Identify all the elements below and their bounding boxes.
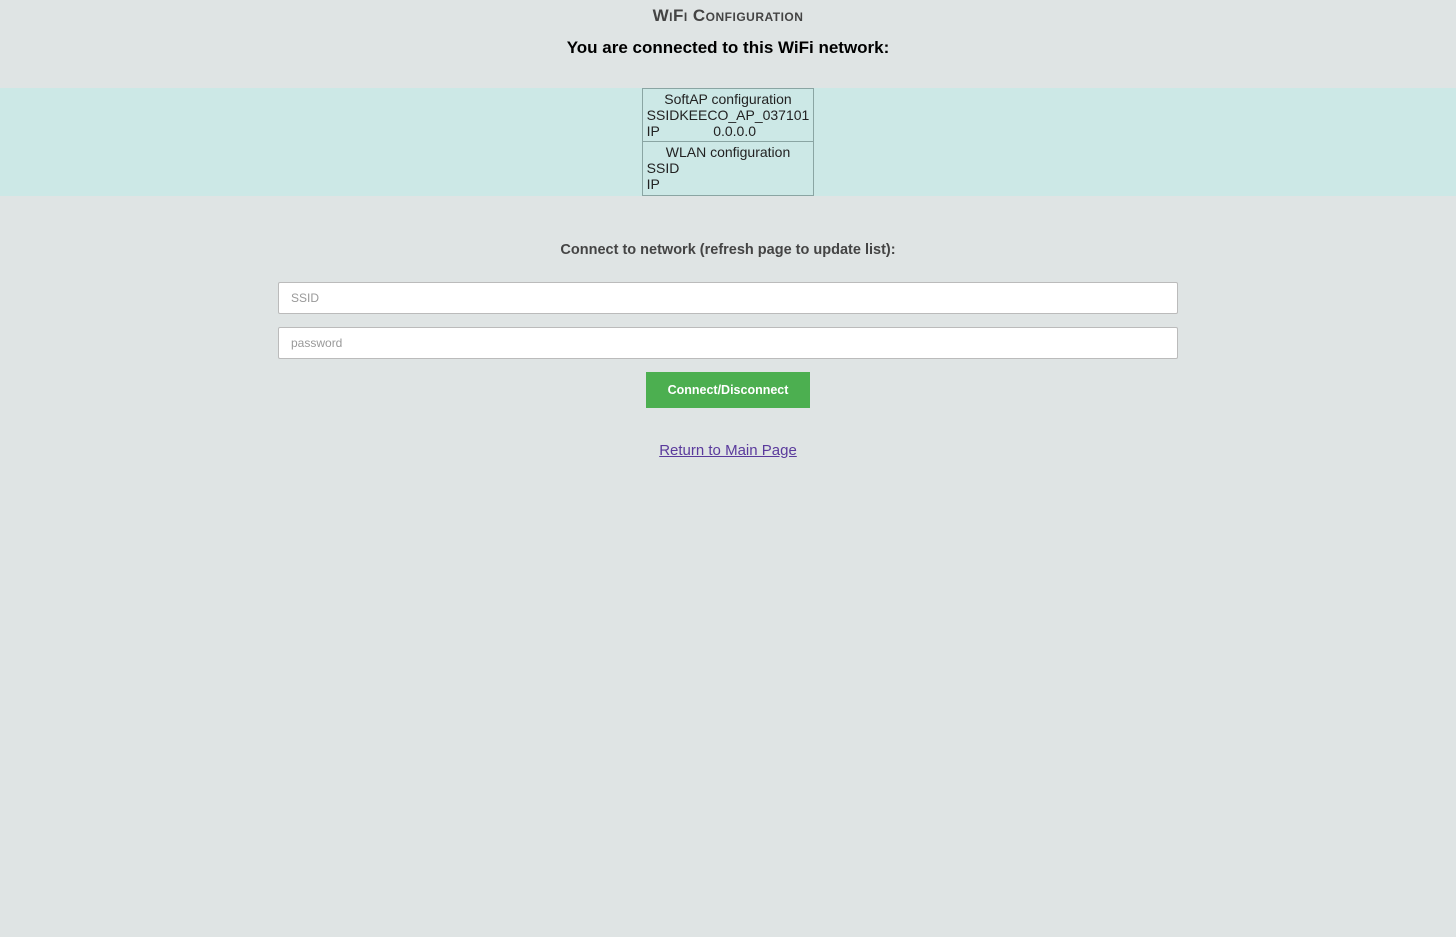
wlan-ip-value <box>660 176 809 192</box>
softap-config-title: SoftAP configuration <box>647 91 810 107</box>
network-info-table: SoftAP configuration SSID KEECO_AP_03710… <box>642 88 815 196</box>
connect-form: Connect/Disconnect <box>278 282 1178 408</box>
connect-disconnect-button[interactable]: Connect/Disconnect <box>646 372 811 408</box>
wlan-config-cell: WLAN configuration SSID IP <box>642 142 814 195</box>
wlan-config-title: WLAN configuration <box>647 144 810 160</box>
softap-ip-label: IP <box>647 123 660 139</box>
wlan-ssid-label: SSID <box>647 160 680 176</box>
wlan-ip-label: IP <box>647 176 660 192</box>
softap-ip-value: 0.0.0.0 <box>660 123 809 139</box>
footer: Return to Main Page <box>0 442 1456 460</box>
return-to-main-link[interactable]: Return to Main Page <box>659 442 797 459</box>
page-title: WiFi Configuration <box>0 0 1456 38</box>
softap-ssid-value: KEECO_AP_037101 <box>679 107 809 123</box>
password-input[interactable] <box>278 327 1178 359</box>
wlan-ssid-value <box>679 160 809 176</box>
connected-network-label: You are connected to this WiFi network: <box>0 38 1456 88</box>
connect-form-heading: Connect to network (refresh page to upda… <box>0 242 1456 258</box>
connect-form-section: Connect to network (refresh page to upda… <box>0 242 1456 408</box>
softap-config-cell: SoftAP configuration SSID KEECO_AP_03710… <box>642 89 814 142</box>
softap-ssid-label: SSID <box>647 107 680 123</box>
ssid-input[interactable] <box>278 282 1178 314</box>
network-info-band: SoftAP configuration SSID KEECO_AP_03710… <box>0 88 1456 196</box>
